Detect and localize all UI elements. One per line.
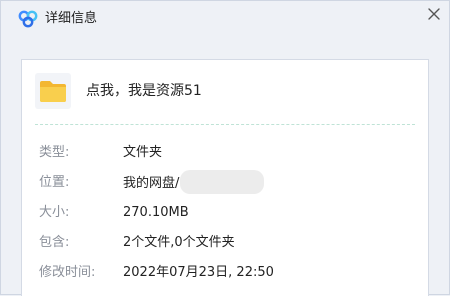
folder-name: 点我，我是资源51 (86, 83, 202, 99)
detail-row-type: 类型: 文件夹 (22, 143, 430, 163)
detail-row-size: 大小: 270.10MB (22, 203, 430, 223)
close-icon (427, 6, 441, 25)
location-value-wrap: 我的网盘/ (123, 170, 265, 194)
size-label: 大小: (39, 205, 70, 220)
dialog-title: 详细信息 (45, 11, 98, 26)
location-value[interactable]: 我的网盘/ (123, 176, 179, 191)
details-panel: 点我，我是资源51 类型: 文件夹 位置: 我的网盘/ 大小: 270.10MB… (21, 59, 429, 296)
detail-row-location: 位置: 我的网盘/ (22, 170, 430, 194)
detail-row-contains: 包含: 2个文件,0个文件夹 (22, 233, 430, 253)
cloud-logo-icon (17, 10, 39, 28)
folder-icon (35, 73, 71, 109)
modified-value: 2022年07月23日, 22:50 (123, 265, 274, 280)
type-label: 类型: (39, 145, 70, 160)
size-value: 270.10MB (123, 205, 189, 220)
contains-label: 包含: (39, 235, 70, 250)
dialog-titlebar: 详细信息 (1, 1, 450, 39)
contains-value: 2个文件,0个文件夹 (123, 235, 235, 250)
divider (35, 124, 415, 125)
location-label: 位置: (39, 175, 70, 190)
close-button[interactable] (419, 1, 449, 29)
details-dialog: 详细信息 点我，我是资源51 类型: 文件夹 位置: 我的网盘/ 大小: 270… (0, 0, 450, 296)
modified-label: 修改时间: (39, 265, 96, 280)
type-value: 文件夹 (123, 145, 163, 160)
redacted-path-mask (180, 170, 265, 194)
detail-row-modified: 修改时间: 2022年07月23日, 22:50 (22, 263, 430, 283)
